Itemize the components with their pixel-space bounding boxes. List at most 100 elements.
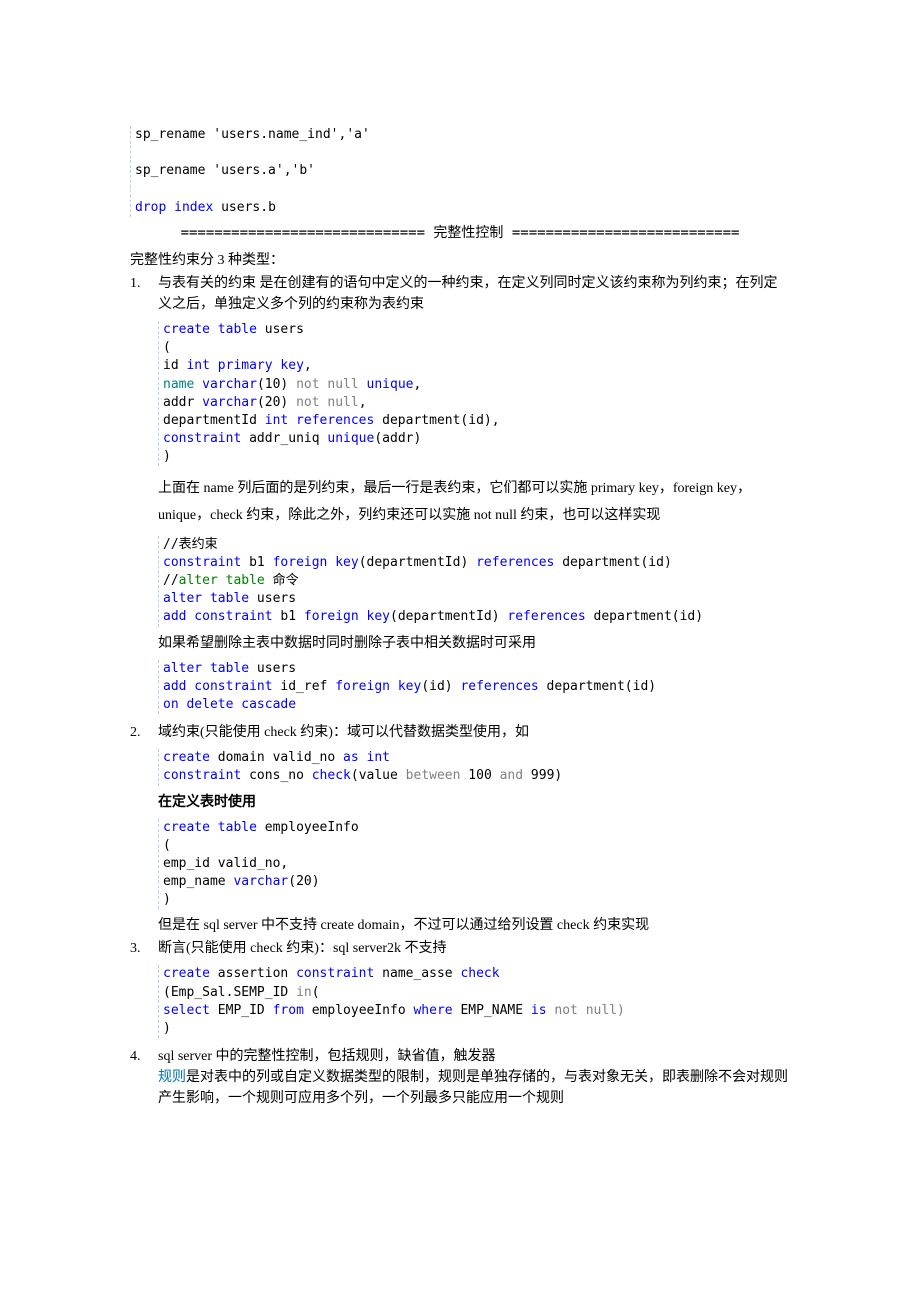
code-text: users (249, 661, 296, 676)
kw: add (163, 679, 186, 694)
kw: constraint (163, 555, 241, 570)
list-item-3: 3. 断言(只能使用 check 约束)：sql server2k 不支持 (130, 938, 790, 959)
code-text: employeeInfo (304, 1003, 414, 1018)
code-text: (id) (421, 679, 452, 694)
code-text: b (268, 200, 276, 215)
code-text: b1 (241, 555, 272, 570)
code-block-4: create domain valid_no as int constraint… (158, 749, 790, 785)
code-text: 100 (460, 768, 499, 783)
kw: references (288, 413, 374, 428)
code-text: ) (163, 892, 171, 907)
list-body: 域约束(只能使用 check 约束)：域可以代替数据类型使用，如 (158, 722, 790, 743)
kw: create (163, 820, 210, 835)
code-text: name_asse (374, 966, 460, 981)
kw: null) (578, 1003, 625, 1018)
code-text: ( (163, 838, 171, 853)
code-text: department(id) (586, 609, 703, 624)
code-block-1: create table users ( id int primary key,… (158, 321, 790, 467)
kw: is (531, 1003, 547, 1018)
kw: foreign (304, 609, 359, 624)
list-item-1: 1. 与表有关的约束 是在创建有的语句中定义的一种约束，在定义列同时定义该约束称… (130, 273, 790, 315)
kw: name (163, 377, 194, 392)
kw: references (468, 555, 554, 570)
code-block-6: create assertion constraint name_asse ch… (158, 965, 790, 1038)
code-text: users. (213, 200, 268, 215)
kw: foreign (335, 679, 390, 694)
kw: table (202, 591, 249, 606)
kw: varchar (233, 874, 288, 889)
kw: alter (163, 661, 202, 676)
kw: table (210, 820, 257, 835)
kw: constraint (186, 679, 272, 694)
kw: foreign (273, 555, 328, 570)
kw: alter table (179, 573, 273, 588)
code-text: //表约束 (163, 537, 218, 552)
kw: int (265, 413, 288, 428)
para-1: 上面在 name 列后面的是列约束，最后一行是表约束，它们都可以实施 prima… (158, 476, 790, 529)
kw: create (163, 966, 210, 981)
kw: create (163, 750, 210, 765)
kw: create (163, 322, 210, 337)
code-text: (10) (257, 377, 288, 392)
kw: primary (210, 358, 273, 373)
kw: key (359, 609, 390, 624)
code-text: domain valid_no (210, 750, 343, 765)
kw: on (163, 697, 179, 712)
kw: references (500, 609, 586, 624)
code-text: employeeInfo (257, 820, 359, 835)
kw: null (320, 377, 359, 392)
kw: table (202, 661, 249, 676)
kw: and (500, 768, 523, 783)
kw: key (390, 679, 421, 694)
para-3: 在定义表时使用 (158, 792, 790, 813)
code-text: cons_no (241, 768, 311, 783)
code-text: (20) (257, 395, 288, 410)
kw: not (547, 1003, 578, 1018)
list-number: 1. (130, 273, 158, 294)
code-text: department(id), (374, 413, 499, 428)
code-text: id_ref (273, 679, 336, 694)
code-line: sp_rename 'users.a','b' (135, 163, 315, 178)
code-text: // (163, 573, 179, 588)
kw: unique (359, 377, 414, 392)
kw: between (398, 768, 461, 783)
list-item-2: 2. 域约束(只能使用 check 约束)：域可以代替数据类型使用，如 (130, 722, 790, 743)
code-block-top: sp_rename 'users.name_ind','a' sp_rename… (130, 126, 790, 217)
code-text: (Emp_Sal.SEMP_ID (163, 985, 296, 1000)
code-text: , (359, 395, 367, 410)
code-text: ) (163, 449, 171, 464)
intro-text: 完整性约束分 3 种类型： (130, 250, 790, 271)
code-text: , (304, 358, 312, 373)
kw: constraint (186, 609, 272, 624)
kw: table (210, 322, 257, 337)
kw: add (163, 609, 186, 624)
code-text: , (414, 377, 422, 392)
code-text: ( (312, 985, 320, 1000)
kw: int (186, 358, 209, 373)
list-body: 断言(只能使用 check 约束)：sql server2k 不支持 (158, 938, 790, 959)
list-body: 与表有关的约束 是在创建有的语句中定义的一种约束，在定义列同时定义该约束称为列约… (158, 273, 790, 315)
para-2: 如果希望删除主表中数据时同时删除子表中相关数据时可采用 (158, 633, 790, 654)
section-divider: ============================= 完整性控制 ====… (130, 223, 790, 244)
code-text: emp_name (163, 874, 233, 889)
code-text: 命令 (273, 573, 299, 588)
code-text: (addr) (374, 431, 421, 446)
kw: check (460, 966, 499, 981)
kw: from (273, 1003, 304, 1018)
code-text: department(id) (554, 555, 671, 570)
list-number: 2. (130, 722, 158, 743)
kw: constraint (296, 966, 374, 981)
kw: index (166, 200, 213, 215)
para-4: 但是在 sql server 中不支持 create domain，不过可以通过… (158, 915, 790, 936)
code-text: addr_uniq (241, 431, 327, 446)
code-block-2: //表约束 constraint b1 foreign key(departme… (158, 536, 790, 627)
code-text: (value (351, 768, 398, 783)
code-text: b1 (273, 609, 304, 624)
kw: select (163, 1003, 210, 1018)
code-text: (departmentId) (359, 555, 469, 570)
kw: key (327, 555, 358, 570)
code-block-3: alter table users add constraint id_ref … (158, 660, 790, 715)
document-page: sp_rename 'users.name_ind','a' sp_rename… (0, 0, 920, 1302)
code-text: addr (163, 395, 202, 410)
code-text: users (249, 591, 296, 606)
